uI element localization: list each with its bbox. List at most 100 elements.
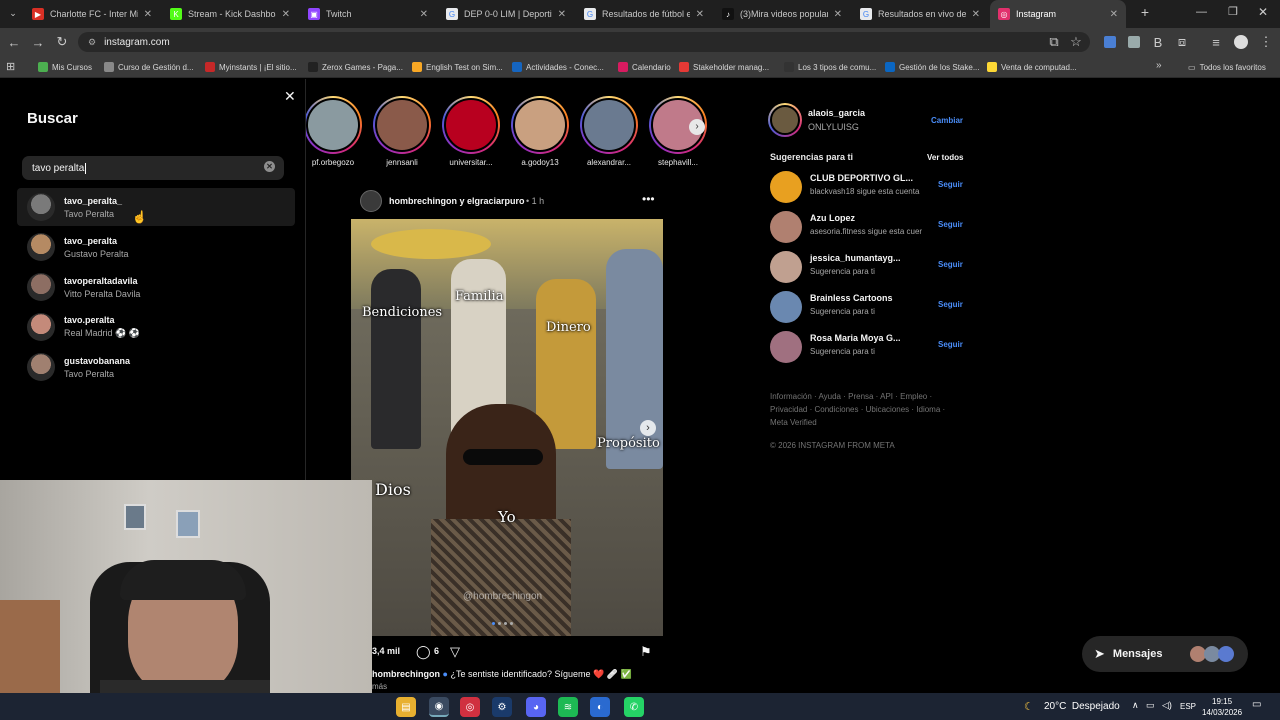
tab-close-icon[interactable]: ✕ <box>972 9 980 20</box>
bookmark-item[interactable]: Stakeholder manag... <box>679 60 769 74</box>
extension-b-icon[interactable]: B <box>1148 32 1168 52</box>
search-result[interactable]: tavo.peralta Real Madrid ⚽ ⚽ <box>17 308 295 346</box>
tab-close-icon[interactable]: ✕ <box>144 9 152 20</box>
network-icon[interactable]: ▭ <box>1146 700 1155 711</box>
search-input[interactable]: tavo peralta <box>22 156 284 180</box>
search-result[interactable]: tavo_peralta Gustavo Peralta <box>17 228 295 266</box>
suggestion-name[interactable]: Azu Lopez <box>810 213 855 223</box>
tray-chevron-icon[interactable]: ∧ <box>1132 700 1139 711</box>
apps-icon[interactable]: ⊞ <box>6 60 15 73</box>
weather-text[interactable]: 20°C Despejado <box>1044 701 1120 712</box>
bookmark-item[interactable]: Actividades - Conec... <box>512 60 604 74</box>
caption-user[interactable]: hombrechingon <box>372 669 440 679</box>
steam-icon[interactable]: ⚙ <box>492 697 512 717</box>
clock-date[interactable]: 14/03/2026 <box>1202 708 1242 717</box>
avatar[interactable] <box>770 331 802 363</box>
bookmark-item[interactable]: Calendario <box>618 60 671 74</box>
stories-next-icon[interactable]: › <box>689 119 705 135</box>
avatar[interactable] <box>770 251 802 283</box>
profile-avatar[interactable] <box>1234 35 1248 49</box>
carousel-next-icon[interactable]: › <box>640 420 656 436</box>
bookmark-item[interactable]: English Test on Sim... <box>412 60 503 74</box>
file-explorer-icon[interactable]: ▤ <box>396 697 416 717</box>
chrome-icon[interactable]: ◉ <box>429 697 449 717</box>
tab-6[interactable]: G Resultados en vivo de Lig ✕ <box>852 0 988 28</box>
bookmark-item[interactable]: Los 3 tipos de comu... <box>784 60 876 74</box>
avatar[interactable] <box>770 291 802 323</box>
whatsapp-icon[interactable]: ✆ <box>624 697 644 717</box>
search-result[interactable]: gustavobanana Tavo Peralta <box>17 348 295 386</box>
bookmark-item[interactable]: Gestión de los Stake... <box>885 60 980 74</box>
post-authors[interactable]: hombrechingon y elgraciarpuro <box>389 196 525 206</box>
share-icon[interactable]: ▽ <box>450 644 460 660</box>
suggestion-name[interactable]: Rosa Maria Moya G... <box>810 333 901 343</box>
bookmark-item[interactable]: Mis Cursos <box>38 60 92 74</box>
follow-button[interactable]: Seguir <box>938 180 963 189</box>
tab-close-icon[interactable]: ✕ <box>834 9 842 20</box>
bookmark-item[interactable]: Venta de computad... <box>987 60 1077 74</box>
switch-account-link[interactable]: Cambiar <box>931 116 963 125</box>
extension-icon[interactable] <box>1128 36 1140 48</box>
tab-5[interactable]: ♪ (3)Mira videos populares ✕ <box>714 0 850 28</box>
story-item[interactable]: universitar... <box>441 96 501 167</box>
clear-search-icon[interactable]: ✕ <box>264 161 275 172</box>
suggestion-name[interactable]: Brainless Cartoons <box>810 293 893 303</box>
story-item[interactable]: jennsanli <box>372 96 432 167</box>
story-item[interactable]: pf.orbegozo <box>303 96 363 167</box>
bookmark-item[interactable]: Zerox Games - Paga... <box>308 60 403 74</box>
bookmark-item[interactable]: Curso de Gestión d... <box>104 60 194 74</box>
bookmark-item[interactable]: Myinstants | ¡El sitio... <box>205 60 297 74</box>
tab-3[interactable]: G DEP 0-0 LIM | Deportivo G ✕ <box>438 0 574 28</box>
tab-2[interactable]: ▣ Twitch ✕ <box>300 0 436 28</box>
footer-links[interactable]: Información · Ayuda · Prensa · API · Emp… <box>770 392 932 401</box>
discord-icon[interactable]: ◕ <box>526 697 546 717</box>
story-item[interactable]: alexandrar... <box>579 96 639 167</box>
tab-close-icon[interactable]: ✕ <box>420 9 428 20</box>
tab-search-icon[interactable]: ⌄ <box>4 4 22 22</box>
back-icon[interactable]: ← <box>4 32 24 52</box>
follow-button[interactable]: Seguir <box>938 340 963 349</box>
messages-button[interactable]: ➤ Mensajes <box>1082 636 1248 672</box>
address-bar[interactable]: ⚙ instagram.com <box>78 32 1090 52</box>
bookmark-star-icon[interactable]: ☆ <box>1066 32 1086 52</box>
install-icon[interactable]: ⧉ <box>1044 32 1064 52</box>
tab-close-icon[interactable]: ✕ <box>558 9 566 20</box>
maximize-button[interactable]: ❐ <box>1228 5 1238 18</box>
close-window-button[interactable]: ✕ <box>1258 5 1268 19</box>
all-bookmarks[interactable]: ▭ Todos los favoritos <box>1188 60 1266 74</box>
footer-links[interactable]: Privacidad · Condiciones · Ubicaciones ·… <box>770 405 945 414</box>
follow-button[interactable]: Seguir <box>938 300 963 309</box>
suggestion-name[interactable]: jessica_humantayg... <box>810 253 901 263</box>
tab-close-icon[interactable]: ✕ <box>282 9 290 20</box>
footer-links[interactable]: Meta Verified <box>770 418 817 427</box>
tab-7[interactable]: ◎ Instagram ✕ <box>990 0 1126 28</box>
avatar[interactable] <box>770 171 802 203</box>
profile-username[interactable]: alaois_garcia <box>808 108 865 118</box>
more-link[interactable]: más <box>372 682 387 691</box>
search-result[interactable]: tavoperaltadavila Vitto Peralta Davila <box>17 268 295 306</box>
follow-button[interactable]: Seguir <box>938 260 963 269</box>
profile-avatar[interactable] <box>768 103 802 137</box>
media-icon[interactable]: ≡ <box>1206 32 1226 52</box>
app-icon[interactable]: ◎ <box>460 697 480 717</box>
spotify-icon[interactable]: ≋ <box>558 697 578 717</box>
close-icon[interactable]: ✕ <box>284 88 296 105</box>
avatar[interactable] <box>770 211 802 243</box>
like-count[interactable]: 3,4 mil <box>372 646 400 656</box>
new-tab-button[interactable]: + <box>1136 4 1154 24</box>
minimize-button[interactable]: — <box>1196 6 1207 18</box>
clock-time[interactable]: 19:15 <box>1212 697 1232 706</box>
volume-icon[interactable]: ◁) <box>1162 700 1172 711</box>
tab-close-icon[interactable]: ✕ <box>696 9 704 20</box>
menu-icon[interactable]: ⋮ <box>1256 32 1276 52</box>
extension-icon[interactable] <box>1104 36 1116 48</box>
tab-1[interactable]: K Stream - Kick Dashboard ✕ <box>162 0 298 28</box>
tab-close-icon[interactable]: ✕ <box>1110 9 1118 20</box>
forward-icon[interactable]: → <box>28 32 48 52</box>
language-indicator[interactable]: ESP <box>1180 702 1196 711</box>
search-result[interactable]: tavo_peralta_ Tavo Peralta <box>17 188 295 226</box>
see-all-link[interactable]: Ver todos <box>927 153 963 162</box>
suggestion-name[interactable]: CLUB DEPORTIVO GL... <box>810 173 913 183</box>
site-info-icon[interactable]: ⚙ <box>88 37 96 48</box>
story-item[interactable]: a.godoy13 <box>510 96 570 167</box>
